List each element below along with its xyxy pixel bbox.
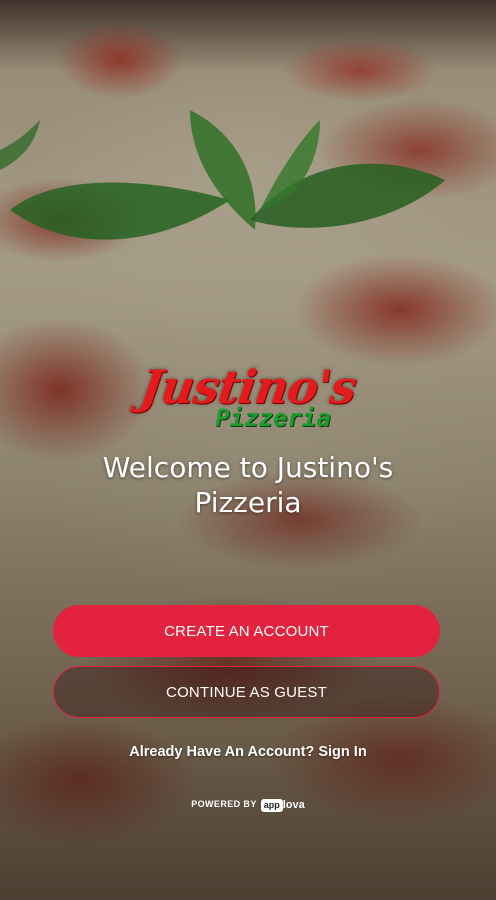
continue-as-guest-button[interactable]: CONTINUE AS GUEST	[53, 666, 440, 718]
applova-logo: app lova	[260, 795, 305, 813]
welcome-line-1: Welcome to Justino's	[102, 451, 394, 484]
welcome-heading: Welcome to Justino's Pizzeria	[40, 450, 456, 520]
sign-in-link[interactable]: Already Have An Account? Sign In	[0, 744, 496, 760]
continue-as-guest-label: CONTINUE AS GUEST	[166, 683, 327, 701]
powered-by-label: POWERED BY	[191, 799, 257, 809]
welcome-line-2: Pizzeria	[194, 486, 302, 519]
brand-logo: Justino's Pizzeria	[0, 360, 496, 442]
create-account-button[interactable]: CREATE AN ACCOUNT	[53, 605, 440, 657]
applova-logo-box: app	[260, 799, 283, 812]
logo-wordmark: Justino's	[136, 360, 360, 414]
create-account-label: CREATE AN ACCOUNT	[164, 622, 329, 640]
powered-by-footer: POWERED BY app lova	[0, 796, 496, 812]
applova-logo-rest: lova	[282, 799, 305, 811]
